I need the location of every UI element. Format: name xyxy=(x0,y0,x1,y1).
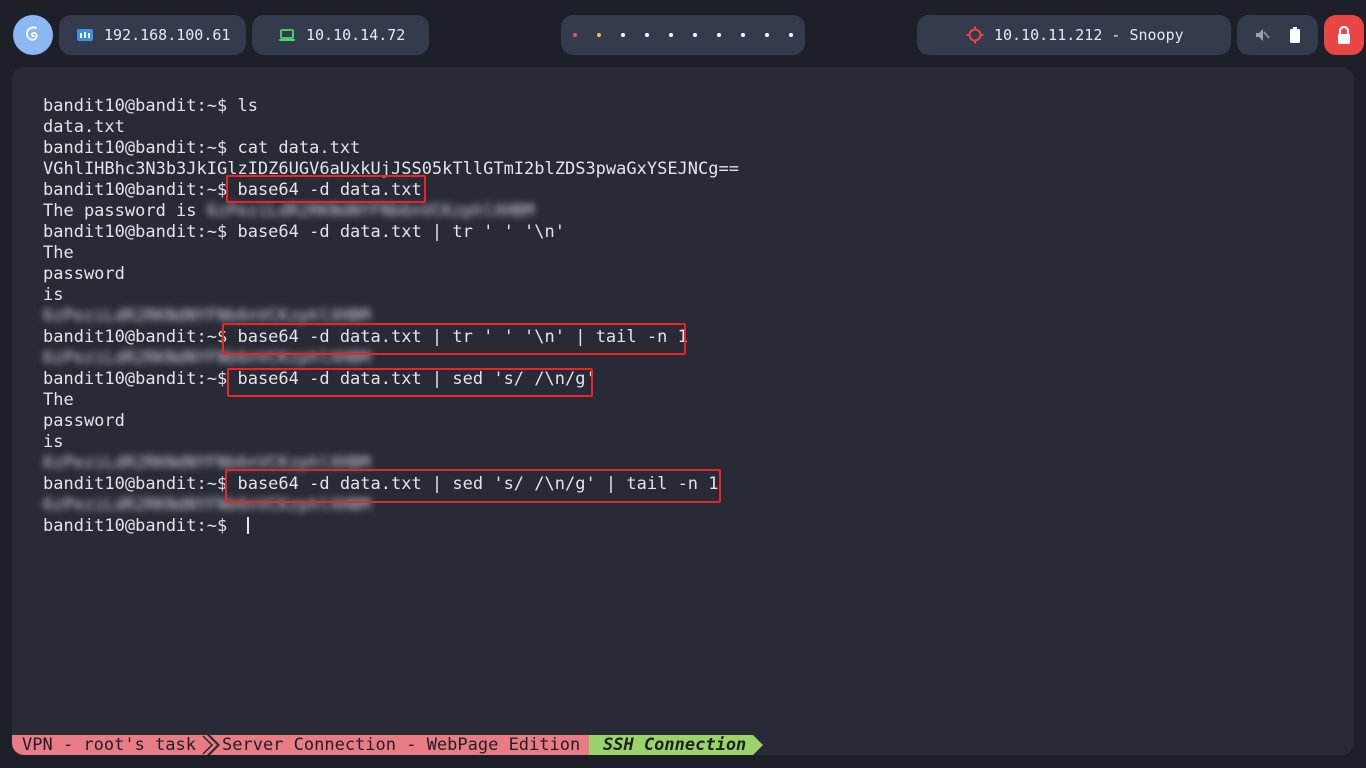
prompt: bandit10@bandit:~$ xyxy=(43,96,238,116)
local-ip-widget[interactable]: 192.168.100.61 xyxy=(59,15,246,55)
command-line: bandit10@bandit:~$ base64 -d data.txt | … xyxy=(43,327,739,348)
command-line: bandit10@bandit:~$ base64 -d data.txt xyxy=(43,180,739,201)
laptop-icon xyxy=(278,26,296,44)
command-line: bandit10@bandit:~$ base64 -d data.txt | … xyxy=(43,369,739,390)
redacted-password: 6zPeziLdR2RKNdNYFNb6nVCKzphlXHBM xyxy=(43,306,371,326)
terminal-output: bandit10@bandit:~$ ls data.txt bandit10@ba… xyxy=(43,96,739,537)
terminal-window[interactable]: bandit10@bandit:~$ ls data.txt bandit10@ba… xyxy=(12,67,1354,755)
output-text: VGhlIHBhc3N3b3JkIGlzIDZ6UGV6aUxkUjJSS05k… xyxy=(43,159,739,179)
command-text: base64 -d data.txt | sed 's/ /\n/g' xyxy=(237,369,596,389)
network-icon xyxy=(76,26,94,44)
output-text: The xyxy=(43,390,74,410)
status-segment-server[interactable]: Server Connection - WebPage Edition xyxy=(210,735,603,755)
vpn-ip-text: 10.10.14.72 xyxy=(306,26,406,44)
output-line: 6zPeziLdR2RKNdNYFNb6nVCKzphlXHBM xyxy=(43,495,739,516)
debian-swirl-icon[interactable] xyxy=(13,15,53,55)
prompt: bandit10@bandit:~$ xyxy=(43,516,238,536)
output-text: password xyxy=(43,411,125,431)
text-cursor xyxy=(247,517,250,534)
output-line: password xyxy=(43,411,739,432)
command-line: bandit10@bandit:~$ base64 -d data.txt | … xyxy=(43,474,739,495)
output-line: 6zPeziLdR2RKNdNYFNb6nVCKzphlXHBM xyxy=(43,453,739,474)
command-text: base64 -d data.txt xyxy=(237,180,422,200)
workspace-dot[interactable] xyxy=(645,33,649,37)
workspace-dot[interactable] xyxy=(717,33,721,37)
workspace-dot[interactable] xyxy=(573,33,577,37)
output-line: is xyxy=(43,285,739,306)
system-tray xyxy=(1237,15,1318,55)
output-text: The xyxy=(43,243,74,263)
prompt: bandit10@bandit:~$ xyxy=(43,369,238,389)
status-segment-label: SSH Connection xyxy=(603,735,747,755)
tmux-status-bar: VPN - root's task Server Connection - We… xyxy=(12,735,1354,755)
status-segment-label: VPN - root's task xyxy=(22,735,196,755)
target-text: 10.10.11.212 - Snoopy xyxy=(994,26,1184,44)
output-line: is xyxy=(43,432,739,453)
prompt: bandit10@bandit:~$ xyxy=(43,327,238,347)
prompt: bandit10@bandit:~$ xyxy=(43,180,238,200)
output-line: password xyxy=(43,264,739,285)
target-widget[interactable]: 10.10.11.212 - Snoopy xyxy=(917,15,1231,55)
prompt: bandit10@bandit:~$ xyxy=(43,474,238,494)
status-segment-ssh[interactable]: SSH Connection xyxy=(589,735,763,755)
workspace-dot[interactable] xyxy=(621,33,625,37)
output-line: The xyxy=(43,243,739,264)
chevron-right-icon xyxy=(202,735,213,755)
volume-muted-icon[interactable] xyxy=(1254,27,1270,43)
command-text: cat data.txt xyxy=(237,138,361,158)
vpn-ip-widget[interactable]: 10.10.14.72 xyxy=(252,15,429,55)
workspace-dot[interactable] xyxy=(789,33,793,37)
command-text: ls xyxy=(237,96,258,116)
command-line: bandit10@bandit:~$ xyxy=(43,516,739,537)
crosshair-icon xyxy=(966,26,984,44)
redacted-password: 6zPeziLdR2RKNdNYFNb6nVCKzphlXHBM xyxy=(206,201,535,221)
output-line: The xyxy=(43,390,739,411)
workspace-switcher[interactable] xyxy=(561,15,805,55)
command-text: base64 -d data.txt | tr ' ' '\n' xyxy=(237,222,565,242)
prompt: bandit10@bandit:~$ xyxy=(43,222,238,242)
status-segment-vpn[interactable]: VPN - root's task xyxy=(12,735,217,755)
command-text: base64 -d data.txt | sed 's/ /\n/g' | ta… xyxy=(237,474,719,494)
output-line: VGhlIHBhc3N3b3JkIGlzIDZ6UGV6aUxkUjJSS05k… xyxy=(43,159,739,180)
workspace-dot[interactable] xyxy=(669,33,673,37)
lock-icon[interactable] xyxy=(1324,15,1364,55)
redacted-password: 6zPeziLdR2RKNdNYFNb6nVCKzphlXHBM xyxy=(43,348,371,368)
workspace-dot[interactable] xyxy=(597,33,601,37)
output-line: The password is 6zPeziLdR2RKNdNYFNb6nVCK… xyxy=(43,201,739,222)
command-text: base64 -d data.txt | tr ' ' '\n' | tail … xyxy=(237,327,688,347)
output-line: data.txt xyxy=(43,117,739,138)
output-text: The password is xyxy=(43,201,207,221)
output-text: is xyxy=(43,285,64,305)
output-text: password xyxy=(43,264,125,284)
command-line: bandit10@bandit:~$ base64 -d data.txt | … xyxy=(43,222,739,243)
top-bar: 192.168.100.61 10.10.14.72 10.10.11.212 … xyxy=(0,0,1366,70)
workspace-dot[interactable] xyxy=(765,33,769,37)
output-text: is xyxy=(43,432,64,452)
local-ip-text: 192.168.100.61 xyxy=(104,26,231,44)
workspace-dot[interactable] xyxy=(693,33,697,37)
redacted-password: 6zPeziLdR2RKNdNYFNb6nVCKzphlXHBM xyxy=(43,495,371,515)
status-segment-label: Server Connection - WebPage Edition xyxy=(222,735,581,755)
command-line: bandit10@bandit:~$ ls xyxy=(43,96,739,117)
command-line: bandit10@bandit:~$ cat data.txt xyxy=(43,138,739,159)
output-line: 6zPeziLdR2RKNdNYFNb6nVCKzphlXHBM xyxy=(43,348,739,369)
battery-icon[interactable] xyxy=(1289,27,1301,43)
prompt: bandit10@bandit:~$ xyxy=(43,138,238,158)
output-text: data.txt xyxy=(43,117,125,137)
output-line: 6zPeziLdR2RKNdNYFNb6nVCKzphlXHBM xyxy=(43,306,739,327)
workspace-dot[interactable] xyxy=(741,33,745,37)
redacted-password: 6zPeziLdR2RKNdNYFNb6nVCKzphlXHBM xyxy=(43,453,371,473)
